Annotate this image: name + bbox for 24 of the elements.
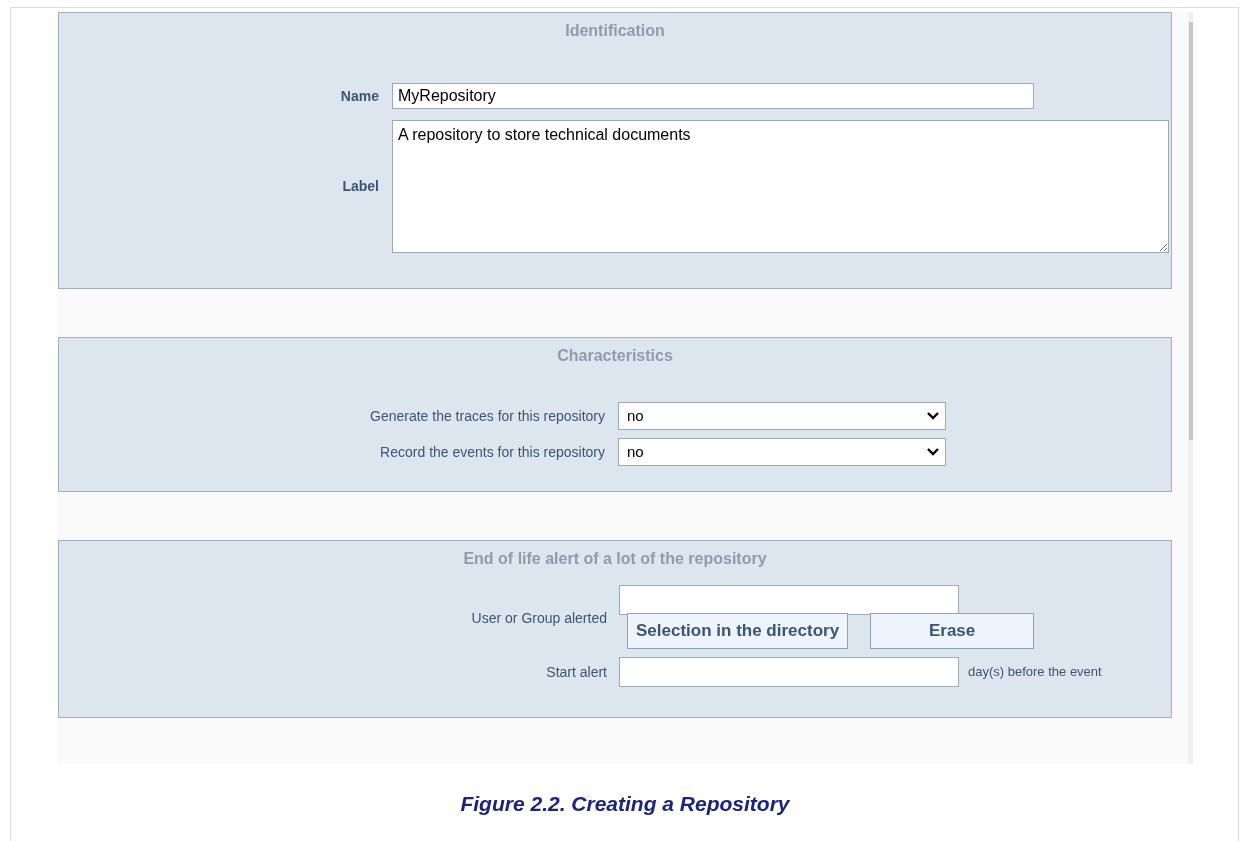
dropdown[interactable]: no (618, 438, 946, 466)
field-label: Record the events for this repository (379, 442, 605, 462)
action-button[interactable]: Selection in the directory (627, 613, 849, 649)
section-title: Characteristics (556, 346, 674, 366)
figure-caption: Figure 2.2. Creating a Repository (460, 791, 790, 817)
text-area[interactable]: A repository to store technical documents (392, 120, 1169, 253)
unit-text: day(s) before the event (968, 663, 1102, 682)
field-label: Name (339, 86, 379, 106)
section-title: Identification (564, 21, 666, 41)
section-title: End of life alert of a lot of the repository (462, 549, 768, 569)
dropdown-value: no (627, 441, 644, 462)
field-label: Generate the traces for this repository (369, 406, 605, 426)
field-label: Label (341, 177, 379, 196)
chevron-down-icon (927, 448, 939, 456)
chevron-down-icon (927, 412, 939, 420)
dropdown[interactable]: no (618, 402, 946, 430)
scrollbar-thumb[interactable] (1189, 22, 1193, 440)
field-label: User or Group alerted (470, 608, 607, 628)
text-field[interactable] (619, 657, 959, 687)
text-field[interactable]: MyRepository (392, 83, 1034, 109)
text-field[interactable] (619, 585, 959, 615)
dropdown-value: no (627, 405, 644, 426)
field-label: Start alert (545, 662, 607, 682)
action-button[interactable]: Erase (870, 613, 1035, 649)
